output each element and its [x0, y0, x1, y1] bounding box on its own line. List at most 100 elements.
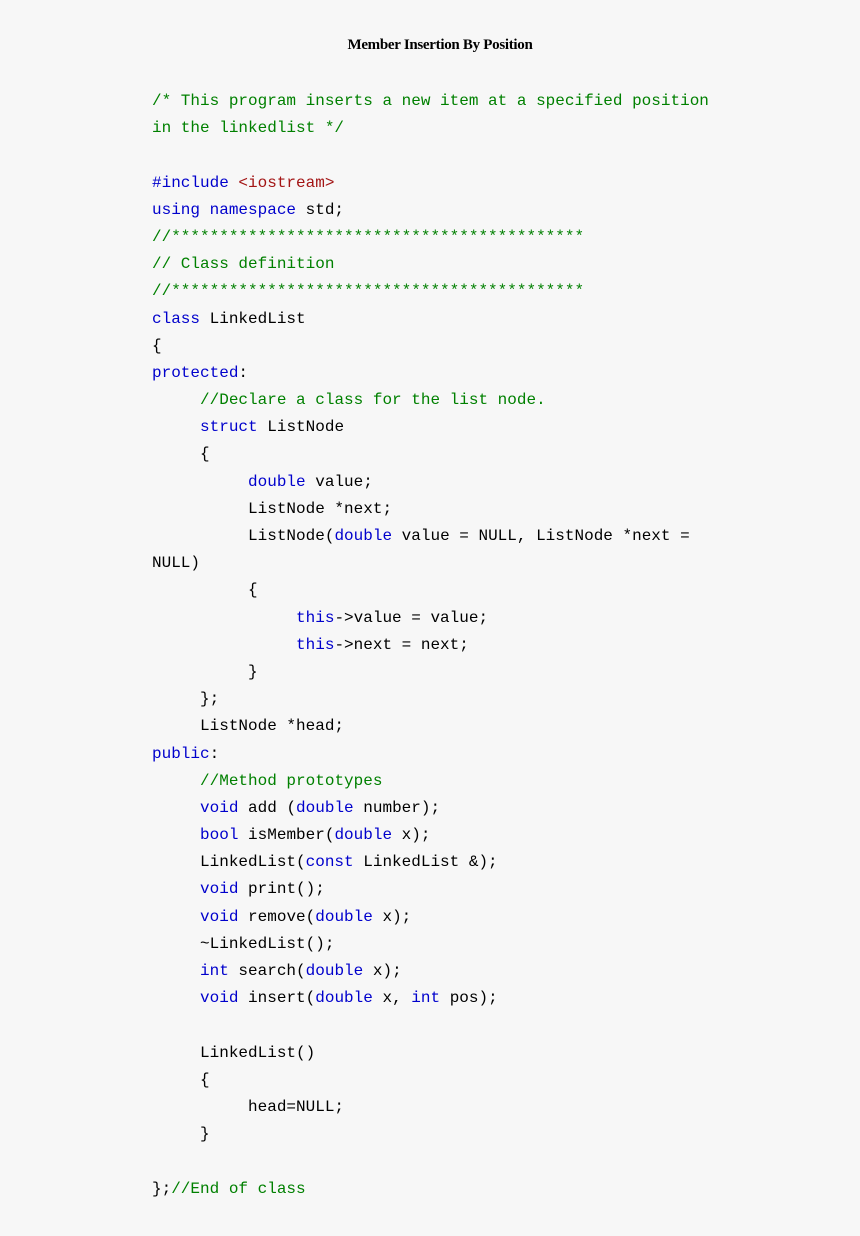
code-line: public:: [152, 741, 709, 768]
keyword-token: double: [296, 798, 364, 817]
keyword-token: bool: [200, 826, 249, 845]
code-line: double value;: [152, 469, 709, 496]
string-token: <iostream>: [238, 173, 335, 192]
code-line: head=NULL;: [152, 1094, 709, 1121]
code-line: bool isMember(double x);: [152, 822, 709, 849]
code-line: ~LinkedList();: [152, 931, 709, 958]
code-line: this->value = value;: [152, 605, 709, 632]
code-line: {: [152, 441, 709, 468]
keyword-token: protected: [152, 363, 239, 382]
keyword-token: double: [305, 962, 373, 980]
comment-token: //**************************************…: [152, 282, 585, 301]
keyword-token: this: [296, 608, 335, 627]
text-token: {: [152, 581, 258, 600]
keyword-token: int: [200, 962, 239, 980]
code-line: void insert(double x, int pos);: [152, 985, 709, 1012]
text-token: NULL): [152, 554, 201, 573]
code-line: LinkedList(const LinkedList &);: [152, 849, 709, 876]
code-line: void remove(double x);: [152, 904, 709, 931]
code-line: {: [152, 577, 709, 604]
code-line: class LinkedList: [152, 306, 709, 333]
keyword-token: this: [296, 635, 335, 654]
comment-token: //**************************************…: [152, 227, 585, 246]
keyword-token: public: [152, 744, 210, 763]
code-line: }: [152, 659, 709, 686]
text-token: :: [238, 363, 249, 382]
text-token: ListNode(: [152, 527, 335, 545]
keyword-token: double: [315, 907, 383, 926]
document-title: Member Insertion By Position: [347, 37, 533, 53]
text-token: number);: [363, 798, 441, 817]
text-token: LinkedList: [209, 309, 306, 328]
text-token: {: [152, 1070, 210, 1089]
code-line: int search(double x);: [152, 958, 709, 985]
text-token: add (: [248, 798, 297, 817]
comment-token: /* This program inserts a new item at a …: [152, 92, 709, 110]
text-token: ->next = next;: [334, 635, 469, 654]
code-line: NULL): [152, 550, 709, 577]
code-line: //Declare a class for the list node.: [152, 387, 709, 414]
comment-token: // Class definition: [152, 255, 335, 274]
comment-token: //Method prototypes: [200, 771, 383, 790]
text-token: ListNode *head;: [152, 717, 345, 736]
keyword-token: double: [334, 527, 402, 545]
keyword-token: double: [334, 826, 402, 845]
code-line: // Class definition: [152, 251, 709, 278]
keyword-token: using namespace: [152, 200, 306, 219]
comment-token: in the linkedlist */: [152, 119, 345, 138]
text-token: {: [152, 336, 162, 355]
keyword-token: void: [200, 798, 249, 817]
code-line: protected:: [152, 360, 709, 387]
comment-token: //Declare a class for the list node.: [200, 391, 546, 410]
text-token: ~LinkedList();: [152, 934, 335, 953]
text-token: :: [209, 744, 220, 763]
text-token: LinkedList &);: [363, 853, 498, 872]
code-line: #include <iostream>: [152, 170, 709, 197]
keyword-token: double: [248, 472, 316, 491]
keyword-token: #include: [152, 173, 239, 192]
text-token: LinkedList(): [152, 1043, 316, 1062]
text-token: print();: [248, 880, 325, 899]
text-token: {: [152, 445, 210, 464]
text-token: ->value = value;: [334, 608, 489, 627]
text-token: };: [152, 690, 220, 709]
text-token: x,: [382, 989, 412, 1008]
code-line: void print();: [152, 876, 709, 903]
code-line: {: [152, 1067, 709, 1094]
text-token: ListNode: [267, 418, 345, 437]
comment-token: //End of class: [171, 1179, 306, 1198]
text-token: isMember(: [248, 826, 335, 845]
keyword-token: double: [315, 989, 383, 1008]
code-line: void add (double number);: [152, 795, 709, 822]
keyword-token: int: [411, 989, 450, 1008]
keyword-token: void: [200, 989, 249, 1008]
keyword-token: struct: [200, 418, 268, 437]
code-line: using namespace std;: [152, 197, 709, 224]
text-token: remove(: [248, 907, 316, 926]
text-token: insert(: [248, 989, 316, 1008]
text-token: LinkedList(: [152, 853, 306, 872]
code-line: ListNode *head;: [152, 713, 709, 740]
text-token: x);: [382, 907, 412, 926]
code-line: /* This program inserts a new item at a …: [152, 88, 709, 115]
code-line: }: [152, 1121, 709, 1148]
code-line: ListNode *next;: [152, 496, 709, 523]
text-token: value;: [315, 472, 373, 491]
text-token: search(: [238, 962, 306, 980]
keyword-token: class: [152, 309, 210, 328]
code-line: };//End of class: [152, 1176, 709, 1203]
code-line: ListNode(double value = NULL, ListNode *…: [152, 523, 709, 550]
